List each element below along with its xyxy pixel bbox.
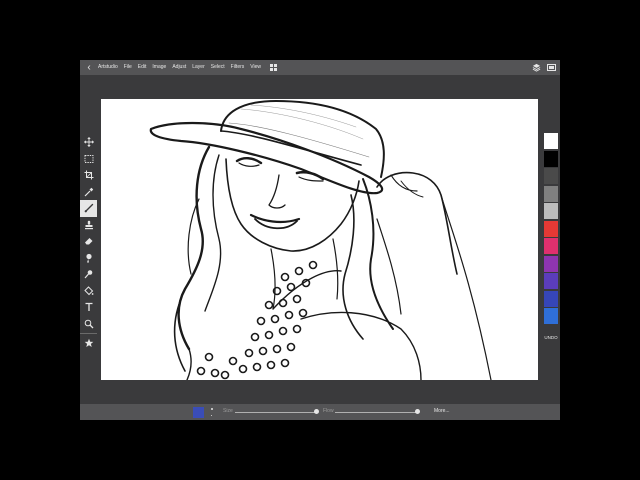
size-slider-knob[interactable]	[314, 409, 319, 414]
main-menu: Artstudio File Edit Image Adjust Layer S…	[98, 60, 261, 75]
tool-divider	[80, 333, 97, 334]
text-tool[interactable]	[80, 299, 97, 316]
brush-preview-dot	[211, 415, 212, 416]
app-name[interactable]: Artstudio	[98, 60, 118, 75]
panel-icon[interactable]	[547, 64, 556, 71]
eraser-icon	[84, 238, 92, 245]
drawing-canvas[interactable]	[101, 99, 538, 380]
menu-edit[interactable]: Edit	[138, 60, 147, 75]
text-icon	[85, 303, 92, 312]
eraser-tool[interactable]	[80, 233, 97, 250]
fill-tool[interactable]	[80, 283, 97, 300]
brush-tool[interactable]	[80, 200, 97, 217]
smudge-tool[interactable]	[80, 250, 97, 267]
flow-slider[interactable]	[335, 412, 418, 413]
marquee-icon	[84, 154, 93, 163]
color-swatch[interactable]	[544, 203, 558, 219]
menu-select[interactable]: Select	[211, 60, 225, 75]
fill-bucket-icon	[83, 286, 93, 295]
brush-settings-bar: Size Flow More...	[80, 404, 560, 420]
menu-image[interactable]: Image	[152, 60, 166, 75]
tool-palette	[80, 134, 97, 352]
menu-view[interactable]: View	[250, 60, 261, 75]
grid-icon[interactable]	[270, 64, 277, 71]
menu-file[interactable]: File	[124, 60, 132, 75]
brush-icon	[84, 204, 93, 213]
app-window: ‹ Artstudio File Edit Image Adjust Layer…	[80, 60, 560, 420]
color-swatches	[543, 133, 559, 326]
menu-adjust[interactable]: Adjust	[172, 60, 186, 75]
color-swatch[interactable]	[544, 273, 558, 289]
color-swatch[interactable]	[544, 133, 558, 149]
dodge-icon	[84, 270, 92, 279]
color-swatch[interactable]	[544, 290, 558, 307]
size-slider[interactable]	[235, 412, 317, 413]
move-icon	[83, 137, 94, 148]
marquee-tool[interactable]	[80, 151, 97, 168]
move-tool[interactable]	[80, 134, 97, 151]
crop-tool[interactable]	[80, 167, 97, 184]
color-swatch[interactable]	[544, 255, 558, 272]
crop-icon	[84, 170, 93, 180]
zoom-tool[interactable]	[80, 316, 97, 333]
stamp-tool[interactable]	[80, 217, 97, 234]
flow-slider-knob[interactable]	[415, 409, 420, 414]
top-toolbar: ‹ Artstudio File Edit Image Adjust Layer…	[80, 60, 560, 75]
color-swatch[interactable]	[544, 220, 558, 237]
current-color-chip[interactable]	[193, 407, 204, 418]
zoom-icon	[84, 319, 93, 329]
star-icon	[84, 339, 93, 348]
color-swatch[interactable]	[544, 185, 558, 202]
color-swatch[interactable]	[544, 238, 558, 254]
undo-button[interactable]: UNDO	[543, 335, 559, 340]
menu-filters[interactable]: Filters	[231, 60, 245, 75]
color-swatch[interactable]	[544, 150, 558, 167]
flow-label: Flow	[323, 408, 334, 414]
sketch-artwork	[149, 100, 492, 380]
menu-layer[interactable]: Layer	[192, 60, 205, 75]
chevron-left-icon[interactable]: ‹	[84, 61, 94, 74]
favorites-tool[interactable]	[80, 335, 97, 352]
size-label: Size	[223, 408, 233, 414]
brush-preview-dot	[211, 408, 213, 410]
more-button[interactable]: More...	[434, 408, 450, 414]
stamp-icon	[84, 220, 93, 229]
color-swatch[interactable]	[544, 168, 558, 184]
smudge-icon	[85, 253, 92, 263]
dodge-tool[interactable]	[80, 266, 97, 283]
color-swatch[interactable]	[544, 308, 558, 324]
eyedropper-icon	[84, 187, 93, 197]
layers-icon[interactable]	[532, 63, 541, 72]
eyedropper-tool[interactable]	[80, 184, 97, 201]
